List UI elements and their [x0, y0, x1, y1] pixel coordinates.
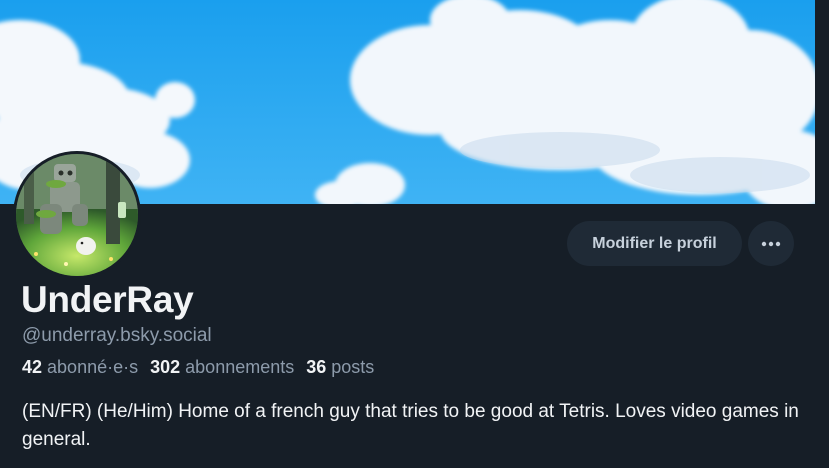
robot-forest-avatar-image: [16, 154, 138, 276]
profile-stats: 42 abonné·e·s 302 abonnements 36 posts: [22, 357, 374, 378]
following-count: 302: [150, 357, 181, 377]
ellipsis-icon: [761, 241, 781, 246]
following-stat[interactable]: 302 abonnements: [150, 357, 294, 378]
display-name: UnderRay: [21, 279, 194, 320]
profile-page: Modifier le profil UnderRay @underray.bs…: [0, 0, 829, 468]
followers-stat[interactable]: 42 abonné·e·s: [22, 357, 138, 378]
edit-profile-label: Modifier le profil: [592, 234, 717, 252]
profile-handle: @underray.bsky.social: [22, 325, 212, 346]
followers-label: abonné·e·s: [47, 357, 139, 377]
profile-bio: (EN/FR) (He/Him) Home of a french guy th…: [22, 401, 799, 450]
following-label: abonnements: [185, 357, 295, 377]
followers-count: 42: [22, 357, 43, 377]
posts-label: posts: [331, 357, 375, 377]
more-options-button[interactable]: [748, 221, 794, 266]
edit-profile-button[interactable]: Modifier le profil: [567, 221, 742, 266]
posts-count: 36: [306, 357, 327, 377]
posts-stat: 36 posts: [306, 357, 374, 378]
scrollbar-track[interactable]: [815, 0, 829, 204]
avatar[interactable]: [13, 151, 141, 279]
